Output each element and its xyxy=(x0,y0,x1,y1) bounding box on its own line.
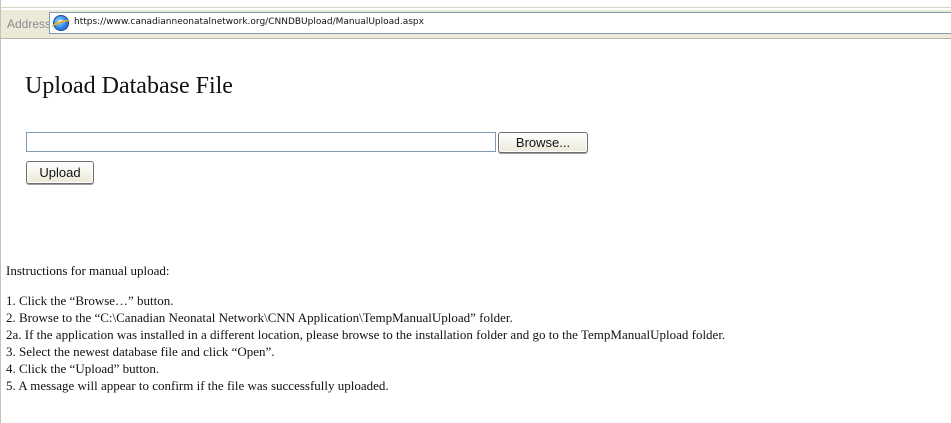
instruction-step-1: 1. Click the “Browse…” button. xyxy=(6,293,174,308)
instruction-step-2a: 2a. If the application was installed in … xyxy=(6,327,726,342)
address-label: Address xyxy=(7,17,52,31)
ie-page-icon xyxy=(53,15,69,31)
upload-button[interactable]: Upload xyxy=(26,161,94,184)
instruction-step-2: 2. Browse to the “C:\Canadian Neonatal N… xyxy=(6,310,513,325)
instruction-step-4: 4. Click the “Upload” button. xyxy=(6,361,160,376)
manual-upload-instructions: Instructions for manual upload: 1. Click… xyxy=(6,262,951,394)
file-path-input[interactable] xyxy=(26,132,496,152)
address-bar: Address https://www.canadianneonatalnetw… xyxy=(1,10,951,39)
instruction-step-3: 3. Select the newest database file and c… xyxy=(6,344,275,359)
address-url[interactable]: https://www.canadianneonatalnetwork.org/… xyxy=(74,16,424,29)
instruction-step-5: 5. A message will appear to confirm if t… xyxy=(6,378,389,393)
instructions-heading: Instructions for manual upload: xyxy=(6,263,170,278)
page-content: Upload Database File Browse... Upload In… xyxy=(1,39,951,423)
browse-button[interactable]: Browse... xyxy=(498,132,588,153)
browser-window: Address https://www.canadianneonatalnetw… xyxy=(0,0,951,423)
browser-top-frame xyxy=(1,0,951,8)
address-field[interactable]: https://www.canadianneonatalnetwork.org/… xyxy=(49,12,951,34)
page-title: Upload Database File xyxy=(25,73,233,99)
